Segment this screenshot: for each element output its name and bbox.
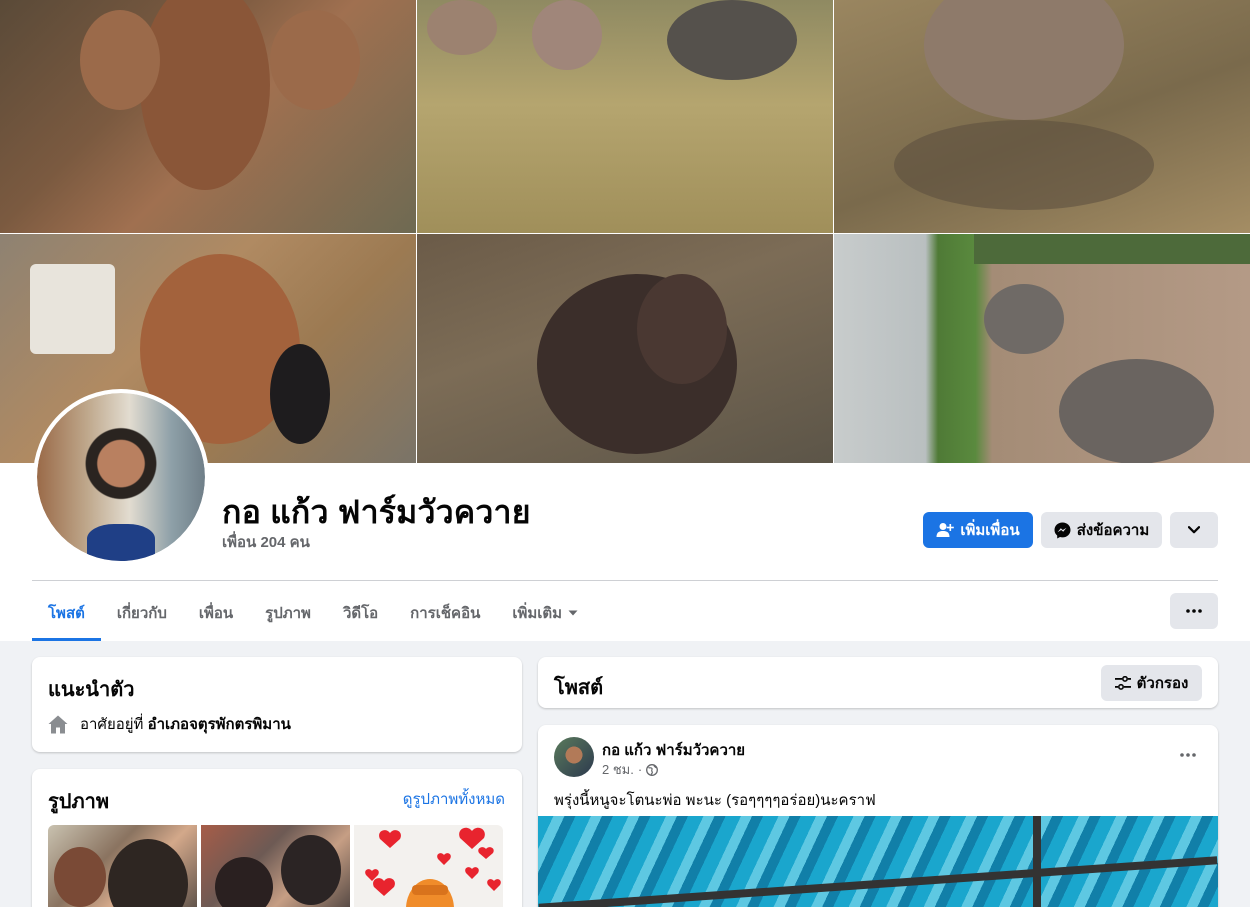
cover-tile-buffalo-field [417, 0, 833, 233]
cover-tile-newborn-calf [417, 234, 833, 463]
message-label: ส่งข้อความ [1076, 522, 1150, 539]
photos-title: รูปภาพ [48, 791, 110, 813]
add-friend-icon [936, 522, 955, 538]
post-options-button[interactable] [1174, 743, 1202, 767]
caret-down-icon [568, 610, 578, 616]
photos-card: รูปภาพ ดูรูปภาพทั้งหมด [32, 769, 522, 907]
hearts-graphic [365, 827, 501, 907]
message-button[interactable]: ส่งข้อความ [1041, 512, 1162, 548]
profile-tabs: โพสต์ เกี่ยวกับ เพื่อน รูปภาพ วิดีโอ การ… [32, 584, 594, 641]
intro-card: แนะนำตัว อาศัยอยู่ที่ อำเภอจตุรพักตรพิมา… [32, 657, 522, 752]
profile-options-button[interactable] [1170, 593, 1218, 629]
intro-title: แนะนำตัว [48, 679, 135, 701]
tab-more[interactable]: เพิ่มเติม [496, 584, 594, 641]
cover-tile-cow [0, 0, 416, 233]
tab-photos[interactable]: รูปภาพ [249, 584, 327, 641]
posts-header-card: โพสต์ ตัวกรอง [538, 657, 1218, 708]
post-author-avatar[interactable] [554, 737, 594, 777]
lives-in-prefix: อาศัยอยู่ที่ [80, 716, 144, 733]
post-image[interactable] [538, 816, 1218, 907]
post-text: พรุ่งนี้หนูจะโตนะพ่อ พะนะ (รอๆๆๆๆอร่อย)น… [554, 792, 876, 809]
tab-about[interactable]: เกี่ยวกับ [101, 584, 183, 641]
filter-icon [1114, 676, 1131, 690]
post-card: กอ แก้ว ฟาร์มวัวควาย 2 ชม. · พรุ่งนี้หนู… [538, 725, 1218, 907]
posts-title: โพสต์ [554, 677, 604, 699]
globe-icon [646, 763, 659, 776]
profile-header: กอ แก้ว ฟาร์มวัวควาย เพื่อน 204 คน เพิ่ม… [0, 0, 1250, 641]
photo-thumbnail[interactable] [48, 825, 197, 907]
post-timestamp[interactable]: 2 ชม. [602, 759, 634, 780]
post-meta: 2 ชม. · [602, 759, 659, 780]
more-actions-button[interactable] [1170, 512, 1218, 548]
friends-count[interactable]: เพื่อน 204 คน [222, 530, 310, 554]
filter-button[interactable]: ตัวกรอง [1101, 665, 1202, 701]
home-icon [48, 715, 68, 734]
chevron-down-icon [1188, 526, 1200, 534]
photo-thumbnail[interactable] [354, 825, 503, 907]
photo-thumbnail[interactable] [201, 825, 350, 907]
more-horizontal-icon [1180, 753, 1196, 757]
profile-avatar[interactable] [33, 389, 209, 565]
lives-in-place[interactable]: อำเภอจตุรพักตรพิมาน [148, 716, 291, 733]
cover-tile-buffalo-road [834, 234, 1250, 463]
see-all-photos-link[interactable]: ดูรูปภาพทั้งหมด [403, 787, 505, 811]
tab-posts[interactable]: โพสต์ [32, 584, 101, 641]
tab-friends[interactable]: เพื่อน [183, 584, 249, 641]
lives-in-row: อาศัยอยู่ที่ อำเภอจตุรพักตรพิมาน [48, 712, 291, 736]
add-friend-button[interactable]: เพิ่มเพื่อน [923, 512, 1033, 548]
header-divider [32, 580, 1218, 581]
more-horizontal-icon [1186, 609, 1202, 613]
tab-videos[interactable]: วิดีโอ [327, 584, 394, 641]
filter-label: ตัวกรอง [1136, 675, 1189, 692]
cover-photo[interactable] [0, 0, 1250, 463]
messenger-icon [1054, 522, 1071, 539]
cover-tile-calf-legs [834, 0, 1250, 233]
tab-checkins[interactable]: การเช็คอิน [394, 584, 496, 641]
add-friend-label: เพิ่มเพื่อน [960, 522, 1020, 539]
